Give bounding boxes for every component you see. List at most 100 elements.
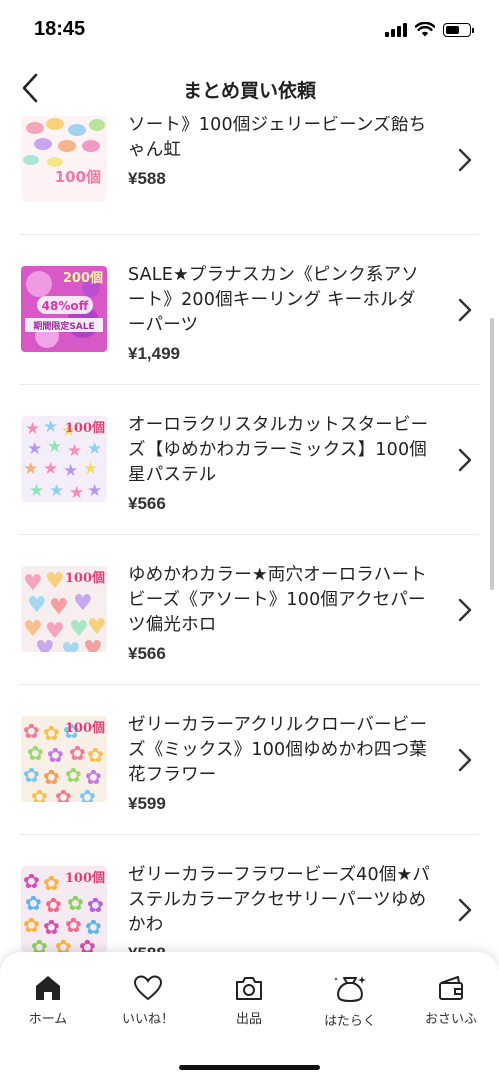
thumb-caption: 200個 (63, 270, 103, 286)
wallet-icon (439, 976, 463, 1000)
svg-text:✿: ✿ (23, 869, 40, 893)
svg-text:✿: ✿ (23, 763, 40, 787)
scrollbar[interactable] (490, 318, 494, 590)
item-price: ¥1,499 (128, 344, 180, 363)
svg-text:✿: ✿ (55, 785, 72, 802)
svg-text:★: ★ (23, 459, 38, 479)
chevron-right-icon (458, 598, 472, 622)
svg-text:✿: ✿ (87, 743, 104, 767)
tab-work[interactable]: はたらく (310, 974, 390, 1029)
svg-text:✿: ✿ (87, 893, 104, 917)
thumb-caption: 100個 (65, 570, 105, 586)
nav-header: まとめ買い依頼 (0, 60, 499, 116)
list-item[interactable]: ♥ ♥ ♥ ♥ ♥ ♥ ♥ ♥ ♥ ♥ ♥ ♥ 100個 ゆめかわカラー★両穴オーロラハートビー… (20, 535, 479, 685)
list-item[interactable]: ★ ★ ★ ★ ★ ★ ★ ★ ★ ★ ★ ★ ★ ★ ★ 100個 オーロラクリスタルカットスタービ… (20, 385, 479, 535)
svg-text:♥: ♥ (27, 593, 47, 618)
svg-text:★: ★ (69, 483, 84, 502)
battery-icon (443, 22, 474, 37)
chevron-right-icon (458, 298, 472, 322)
item-text: ゼリーカラーフラワービーズ40個★パステルカラーアクセサリーパーツゆめかわ ¥5… (128, 863, 433, 952)
status-time: 18:45 (34, 18, 86, 40)
status-icons (385, 22, 474, 37)
item-title: ソート》100個ジェリービーンズ飴ちゃん虹 (128, 116, 427, 160)
svg-text:★: ★ (63, 461, 78, 481)
list-item[interactable]: ✿ ✿ ✿ ✿ ✿ ✿ ✿ ✿ ✿ ✿ ✿ ✿ ✿ 100個 ゼリーカラーフラワービーズ40個★パ… (20, 835, 479, 952)
svg-text:★: ★ (29, 481, 44, 501)
svg-text:✿: ✿ (25, 891, 42, 915)
svg-text:✿: ✿ (23, 913, 40, 937)
thumb-caption: 100個 (65, 870, 105, 886)
svg-text:★: ★ (43, 459, 58, 479)
svg-text:✿: ✿ (31, 785, 48, 802)
svg-text:♥: ♥ (35, 637, 55, 652)
product-thumbnail: 200個 48%off 期間限定SALE (21, 266, 107, 352)
tab-label: おさいふ (424, 1012, 477, 1027)
item-title: ゆめかわカラー★両穴オーロラハートビーズ《アソート》100個アクセパーツ偏光ホロ (128, 565, 427, 635)
thumb-tag: 期間限定SALE (33, 320, 94, 332)
item-text: SALE★プラナスカン《ピンク系アソート》200個キーリング キーホルダーパーツ… (128, 263, 433, 364)
list-item[interactable]: 200個 48%off 期間限定SALE SALE★プラナスカン《ピンク系アソー… (20, 235, 479, 385)
product-thumbnail: ✿ ✿ ✿ ✿ ✿ ✿ ✿ ✿ ✿ ✿ ✿ ✿ ✿ ✿ 100個 (21, 716, 107, 802)
tab-label: ホーム (28, 1012, 68, 1027)
svg-text:✿: ✿ (69, 741, 86, 765)
tab-label: はたらく (324, 1014, 376, 1029)
signal-icon (385, 22, 407, 37)
product-list-viewport[interactable]: 100個 ソート》100個ジェリービーンズ飴ちゃん虹 ¥588 200個 48%… (0, 116, 499, 952)
item-price: ¥599 (128, 794, 166, 813)
svg-text:♥: ♥ (49, 595, 69, 620)
list-item[interactable]: ✿ ✿ ✿ ✿ ✿ ✿ ✿ ✿ ✿ ✿ ✿ ✿ ✿ ✿ 100個 ゼリーカラーアクリルクローバービー… (20, 685, 479, 835)
home-icon (36, 976, 60, 1000)
product-thumbnail: ✿ ✿ ✿ ✿ ✿ ✿ ✿ ✿ ✿ ✿ ✿ ✿ ✿ 100個 (21, 866, 107, 952)
tab-likes[interactable]: いいね！ (108, 974, 188, 1027)
tab-wallet[interactable]: おさいふ (411, 974, 491, 1027)
item-title: SALE★プラナスカン《ピンク系アソート》200個キーリング キーホルダーパーツ (128, 265, 419, 335)
chevron-right-icon (458, 748, 472, 772)
camera-icon (236, 977, 262, 1000)
thumb-caption: 100個 (55, 168, 101, 186)
status-bar: 18:45 (0, 0, 499, 60)
product-list: 100個 ソート》100個ジェリービーンズ飴ちゃん虹 ¥588 200個 48%… (0, 116, 499, 952)
thumb-badge: 48%off (42, 299, 89, 313)
tab-bar: ホーム いいね！ 出品 はたらく おさいふ (0, 952, 499, 1080)
svg-text:✿: ✿ (47, 743, 64, 767)
product-thumbnail: ♥ ♥ ♥ ♥ ♥ ♥ ♥ ♥ ♥ ♥ ♥ ♥ 100個 (21, 566, 107, 652)
svg-text:✿: ✿ (65, 913, 82, 937)
heart-icon (133, 975, 163, 1001)
svg-text:♥: ♥ (83, 637, 103, 652)
page-title: まとめ買い依頼 (182, 80, 316, 102)
svg-text:★: ★ (25, 419, 40, 439)
item-text: ソート》100個ジェリービーンズ飴ちゃん虹 ¥588 (128, 116, 433, 189)
svg-text:✿: ✿ (43, 871, 60, 895)
item-title: ゼリーカラーアクリルクローバービーズ《ミックス》100個ゆめかわ四つ葉花フラワー (128, 715, 428, 785)
svg-text:✿: ✿ (31, 935, 48, 952)
chevron-right-icon (458, 148, 472, 172)
svg-text:✿: ✿ (45, 893, 62, 917)
svg-text:★: ★ (87, 481, 102, 501)
item-text: ゼリーカラーアクリルクローバービーズ《ミックス》100個ゆめかわ四つ葉花フラワー… (128, 713, 433, 814)
item-title: ゼリーカラーフラワービーズ40個★パステルカラーアクセサリーパーツゆめかわ (128, 865, 431, 935)
home-indicator (179, 1065, 320, 1070)
svg-text:★: ★ (87, 439, 102, 459)
tab-home[interactable]: ホーム (8, 974, 88, 1027)
item-text: ゆめかわカラー★両穴オーロラハートビーズ《アソート》100個アクセパーツ偏光ホロ… (128, 563, 433, 664)
item-price: ¥588 (128, 944, 433, 952)
svg-text:♥: ♥ (61, 639, 81, 652)
thumb-caption: 100個 (65, 720, 105, 736)
tab-sell[interactable]: 出品 (209, 974, 289, 1027)
item-price: ¥566 (128, 494, 166, 513)
svg-text:★: ★ (83, 459, 98, 479)
svg-text:★: ★ (49, 481, 64, 501)
tab-label: 出品 (235, 1012, 262, 1027)
svg-text:✿: ✿ (27, 741, 44, 765)
item-price: ¥566 (128, 644, 166, 663)
wifi-icon (415, 22, 435, 37)
svg-text:✿: ✿ (79, 785, 96, 802)
svg-text:♥: ♥ (45, 569, 65, 594)
list-item[interactable]: 100個 ソート》100個ジェリービーンズ飴ちゃん虹 ¥588 (20, 116, 479, 235)
product-thumbnail: 100個 (21, 116, 107, 202)
chevron-right-icon (458, 898, 472, 922)
svg-text:✿: ✿ (67, 891, 84, 915)
svg-text:♥: ♥ (73, 591, 93, 616)
chevron-right-icon (458, 448, 472, 472)
svg-text:★: ★ (47, 437, 62, 457)
